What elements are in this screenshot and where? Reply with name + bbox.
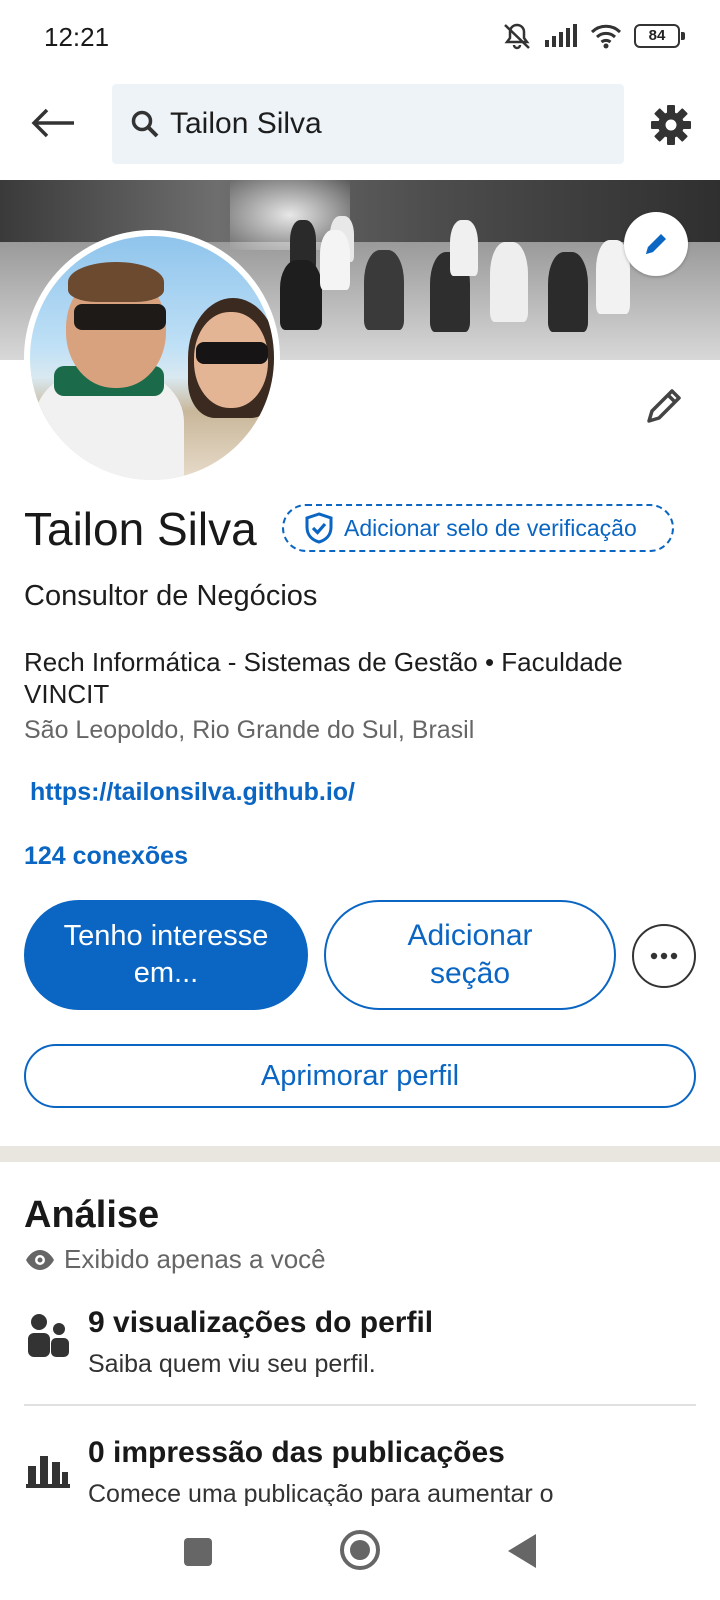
bar-chart-icon [26,1456,70,1488]
metric-subtitle: Saiba quem viu seu perfil. [88,1350,376,1378]
website-link[interactable]: https://tailonsilva.github.io/ [30,778,355,807]
private-note: Exibido apenas a você [24,1244,326,1275]
improve-profile-button[interactable]: Aprimorar perfil [24,1044,696,1108]
recent-apps-button[interactable] [184,1538,212,1566]
top-bar: Tailon Silva [0,82,720,164]
more-button[interactable] [632,924,696,988]
add-verification-button[interactable]: Adicionar selo de verificação [282,504,674,552]
metric-title: 9 visualizações do perfil [88,1306,434,1339]
connections-link[interactable]: 124 conexões [24,842,188,871]
system-back-button[interactable] [508,1534,536,1568]
shield-check-icon [305,512,333,544]
arrow-left-icon [31,108,74,138]
section-divider [0,1146,720,1162]
post-impressions-item[interactable]: 0 impressão das publicações Comece uma p… [24,1436,696,1506]
search-input[interactable]: Tailon Silva [112,84,624,164]
status-time: 12:21 [44,22,110,52]
people-icon [28,1314,69,1357]
workplace: Rech Informática - Sistemas de Gestão • … [24,647,623,709]
profile-views-item[interactable]: 9 visualizações do perfil Saiba quem viu… [24,1306,696,1396]
status-bar: 12:21 84 [0,0,720,78]
battery-icon: 84 [634,24,685,48]
location: São Leopoldo, Rio Grande do Sul, Brasil [24,716,475,744]
metric-subtitle: Comece uma publicação para aumentar o [88,1480,554,1506]
back-button[interactable] [26,96,80,150]
search-icon [131,110,159,138]
mute-icon [502,22,532,50]
divider [24,1404,696,1406]
more-dots-icon [650,952,678,960]
home-button[interactable] [340,1530,380,1570]
search-value: Tailon Silva [170,107,322,140]
settings-button[interactable] [646,100,696,150]
pencil-icon [647,389,681,423]
add-section-button[interactable]: Adicionar seção [324,900,616,1010]
status-icons: 84 [502,22,685,50]
avatar[interactable] [24,230,280,486]
profile-name: Tailon Silva [24,503,257,555]
metric-title: 0 impressão das publicações [88,1436,505,1469]
edit-cover-button[interactable] [624,212,688,276]
signal-icon [544,24,578,48]
system-nav-bar [0,1508,720,1600]
analytics-title: Análise [24,1194,160,1236]
eye-icon [26,1249,54,1270]
pencil-icon [646,234,666,254]
edit-profile-button[interactable] [636,378,692,434]
gear-icon [651,105,691,145]
headline: Consultor de Negócios [24,580,318,612]
wifi-icon [590,23,622,49]
verify-label: Adicionar selo de verificação [344,514,637,541]
private-note-text: Exibido apenas a você [64,1244,326,1274]
open-to-button[interactable]: Tenho interesse em... [24,900,308,1010]
